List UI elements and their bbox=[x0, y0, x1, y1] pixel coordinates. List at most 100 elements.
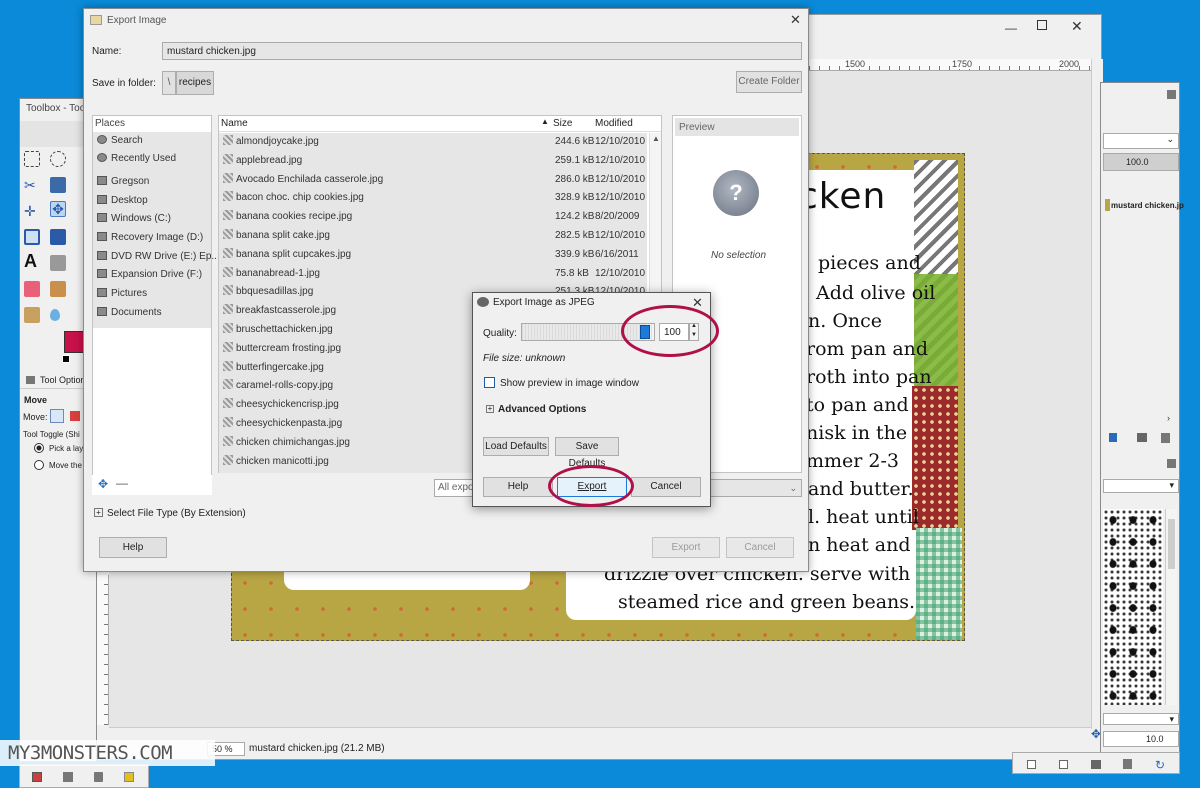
horizontal-scrollbar[interactable] bbox=[109, 727, 1091, 739]
blur-icon[interactable] bbox=[50, 309, 60, 321]
maximize-icon[interactable] bbox=[1037, 20, 1047, 30]
close-icon[interactable]: ✕ bbox=[692, 295, 703, 311]
eraser-icon[interactable] bbox=[24, 281, 40, 297]
advanced-options-label[interactable]: Advanced Options bbox=[498, 404, 586, 415]
dock-action-icon[interactable] bbox=[1027, 760, 1036, 769]
save-options-icon[interactable] bbox=[32, 772, 42, 782]
clone-icon[interactable] bbox=[24, 307, 40, 323]
restore-options-icon[interactable] bbox=[63, 772, 73, 782]
brushes-dropdown[interactable]: ▾ bbox=[1103, 479, 1179, 493]
file-name: banana split cupcakes.jpg bbox=[236, 248, 352, 260]
radio-move-active[interactable] bbox=[34, 460, 44, 470]
scissors-icon[interactable]: ✂ bbox=[24, 177, 40, 193]
delete-layer-icon[interactable] bbox=[1161, 433, 1170, 443]
load-defaults-button[interactable]: Load Defaults bbox=[483, 437, 549, 456]
file-row[interactable]: banana split cupcakes.jpg 339.9 kB 6/16/20… bbox=[219, 246, 639, 265]
path-root-button[interactable]: \ bbox=[162, 71, 176, 95]
place-gregson[interactable]: Gregson bbox=[97, 173, 149, 191]
file-type-filter[interactable]: All expo bbox=[434, 479, 474, 497]
brushes-menu-icon[interactable] bbox=[1167, 459, 1176, 468]
place-documents[interactable]: Documents bbox=[97, 304, 162, 322]
filter-dropdown[interactable]: ⌄ bbox=[710, 479, 802, 497]
bg-color-swatch[interactable] bbox=[62, 355, 70, 363]
col-modified[interactable]: Modified bbox=[595, 118, 633, 129]
brushes-grid[interactable] bbox=[1103, 509, 1163, 705]
folder-crumb-button[interactable]: recipes bbox=[176, 71, 214, 95]
file-row[interactable]: banana cookies recipe.jpg 124.2 kB 8/20/20… bbox=[219, 208, 640, 227]
radio-pick-layer[interactable] bbox=[34, 443, 44, 453]
brushes-scroll-thumb[interactable] bbox=[1168, 519, 1175, 569]
export-button[interactable]: Export bbox=[652, 537, 720, 558]
select-file-type-label[interactable]: Select File Type (By Extension) bbox=[107, 508, 246, 519]
crop-icon[interactable] bbox=[24, 229, 40, 245]
duplicate-icon[interactable] bbox=[1137, 433, 1147, 442]
spin-down-icon[interactable]: ▼ bbox=[691, 332, 697, 338]
reset-options-icon[interactable] bbox=[124, 772, 134, 782]
text-tool-icon[interactable]: A bbox=[24, 252, 40, 270]
dock-dropdown[interactable]: ⌄ bbox=[1103, 133, 1179, 149]
move-layer-button[interactable] bbox=[50, 409, 64, 423]
place-recovery-d[interactable]: Recovery Image (D:) bbox=[97, 229, 203, 247]
file-row[interactable]: applebread.jpg 259.1 kB 12/10/2010 bbox=[219, 152, 645, 171]
rect-select-icon[interactable] bbox=[24, 151, 40, 167]
bucket-fill-icon[interactable] bbox=[50, 255, 66, 271]
dock-refresh-icon[interactable]: ↻ bbox=[1155, 758, 1165, 772]
save-defaults-button[interactable]: Save Defaults bbox=[555, 437, 619, 469]
minimize-icon[interactable]: — bbox=[1005, 21, 1017, 35]
close-icon[interactable]: ✕ bbox=[1071, 18, 1083, 35]
place-dvd-e[interactable]: DVD RW Drive (E:) Ep... bbox=[97, 248, 220, 266]
move-icon[interactable]: ✥ bbox=[50, 201, 66, 217]
quality-spinner[interactable]: ▲ ▼ bbox=[689, 323, 699, 341]
anchor-icon[interactable] bbox=[1109, 433, 1117, 442]
cancel-button[interactable]: Cancel bbox=[726, 537, 794, 558]
move-selection-button[interactable] bbox=[70, 411, 80, 421]
layers-scroll-arrow-icon[interactable]: › bbox=[1167, 413, 1170, 423]
place-recently-used[interactable]: Recently Used bbox=[97, 150, 176, 168]
expand-file-type-icon[interactable]: + bbox=[94, 508, 103, 517]
jpeg-export-button[interactable]: Export bbox=[557, 477, 627, 497]
brushes-scrollbar[interactable] bbox=[1165, 509, 1177, 705]
rotate-icon[interactable] bbox=[50, 229, 66, 245]
pencil-icon[interactable] bbox=[50, 281, 66, 297]
place-expansion-f[interactable]: Expansion Drive (F:) bbox=[97, 266, 202, 284]
quality-slider[interactable] bbox=[521, 323, 655, 341]
file-row[interactable]: banana split cake.jpg 282.5 kB 12/10/2010 bbox=[219, 227, 645, 246]
dock-delete-icon[interactable] bbox=[1123, 759, 1132, 769]
col-name[interactable]: Name bbox=[221, 118, 248, 129]
spacing-field[interactable]: 10.0 bbox=[1103, 731, 1179, 747]
file-row[interactable]: bananabread-1.jpg 75.8 kB 12/10/2010 bbox=[219, 265, 645, 284]
jpeg-help-button[interactable]: Help bbox=[483, 477, 553, 497]
brushes-bottom-dropdown[interactable]: ▾ bbox=[1103, 713, 1179, 725]
advanced-expander-icon[interactable]: + bbox=[486, 405, 494, 413]
spin-up-icon[interactable]: ▲ bbox=[691, 323, 697, 329]
dock-action-icon[interactable] bbox=[1091, 760, 1101, 769]
ellipse-select-icon[interactable] bbox=[50, 151, 66, 167]
col-size[interactable]: Size bbox=[553, 118, 572, 129]
help-button[interactable]: Help bbox=[99, 537, 167, 558]
quality-input[interactable]: 100 bbox=[659, 323, 689, 341]
dock-action-icon[interactable] bbox=[1059, 760, 1068, 769]
close-icon[interactable]: ✕ bbox=[790, 12, 801, 28]
place-search[interactable]: Search bbox=[97, 132, 143, 150]
scroll-up-icon[interactable]: ▲ bbox=[652, 134, 660, 143]
place-windows-c[interactable]: Windows (C:) bbox=[97, 210, 171, 228]
quality-slider-handle[interactable] bbox=[640, 325, 650, 339]
layer-row[interactable]: mustard chicken.jp bbox=[1103, 197, 1184, 215]
jpeg-cancel-button[interactable]: Cancel bbox=[631, 477, 701, 497]
file-row[interactable]: bacon choc. chip cookies.jpg 328.9 kB 12/1… bbox=[219, 189, 645, 208]
opacity-field[interactable]: 100.0 bbox=[1103, 153, 1179, 171]
delete-options-icon[interactable] bbox=[94, 772, 103, 782]
file-row[interactable]: Avocado Enchilada casserole.jpg 286.0 kB 1… bbox=[219, 171, 645, 190]
dock-menu-icon[interactable] bbox=[1167, 90, 1176, 99]
show-preview-checkbox[interactable] bbox=[484, 377, 495, 388]
foreground-select-icon[interactable] bbox=[50, 177, 66, 193]
align-icon[interactable]: ✛ bbox=[24, 203, 40, 219]
remove-bookmark-icon[interactable]: — bbox=[116, 476, 128, 490]
create-folder-button[interactable]: Create Folder bbox=[736, 71, 802, 93]
name-input[interactable]: mustard chicken.jpg bbox=[162, 42, 802, 60]
place-desktop[interactable]: Desktop bbox=[97, 192, 148, 210]
file-row[interactable]: almondjoycake.jpg 244.6 kB 12/10/2010 bbox=[219, 133, 645, 152]
place-pictures[interactable]: Pictures bbox=[97, 285, 147, 303]
add-bookmark-icon[interactable]: ✥ bbox=[98, 477, 108, 491]
show-preview-label[interactable]: Show preview in image window bbox=[500, 378, 639, 389]
